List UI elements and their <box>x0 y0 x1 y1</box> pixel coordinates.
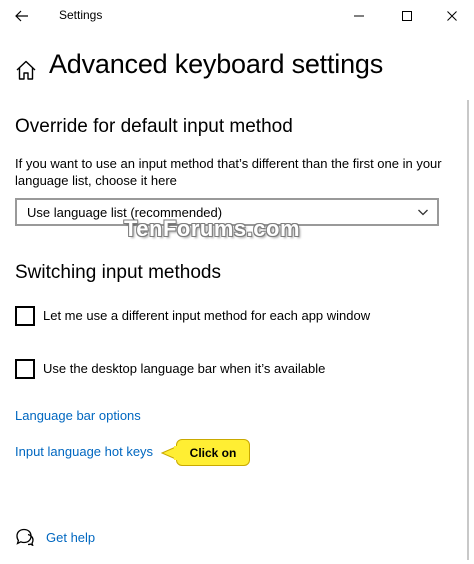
minimize-button[interactable] <box>344 4 374 28</box>
close-icon <box>447 11 457 21</box>
input-language-hot-keys-link[interactable]: Input language hot keys <box>15 444 153 459</box>
override-description: If you want to use an input method that’… <box>15 156 442 188</box>
get-help-icon[interactable] <box>15 528 35 546</box>
home-icon[interactable] <box>15 59 37 81</box>
watermark: TenForums.com <box>124 216 301 241</box>
switching-section-title: Switching input methods <box>15 262 221 283</box>
per-app-input-method-checkbox[interactable] <box>15 306 35 326</box>
callout-label: Click on <box>189 446 237 460</box>
window-title: Settings <box>59 8 103 22</box>
close-button[interactable] <box>437 4 467 28</box>
click-on-callout: Click on <box>176 439 250 466</box>
callout-pointer-joint <box>174 446 180 460</box>
chevron-down-icon <box>418 209 428 216</box>
override-section-title: Override for default input method <box>15 116 293 137</box>
desktop-language-bar-label[interactable]: Use the desktop language bar when it’s a… <box>43 361 325 376</box>
get-help-link[interactable]: Get help <box>46 530 95 545</box>
maximize-icon <box>402 11 412 21</box>
minimize-icon <box>354 15 364 17</box>
scrollbar[interactable] <box>467 100 469 560</box>
page-title: Advanced keyboard settings <box>49 49 384 79</box>
title-bar: Settings <box>0 0 474 32</box>
per-app-input-method-label[interactable]: Let me use a different input method for … <box>43 308 370 323</box>
language-bar-options-link[interactable]: Language bar options <box>15 408 141 423</box>
back-button[interactable] <box>10 4 34 28</box>
maximize-button[interactable] <box>392 4 422 28</box>
back-arrow-icon <box>15 10 28 22</box>
desktop-language-bar-checkbox[interactable] <box>15 359 35 379</box>
